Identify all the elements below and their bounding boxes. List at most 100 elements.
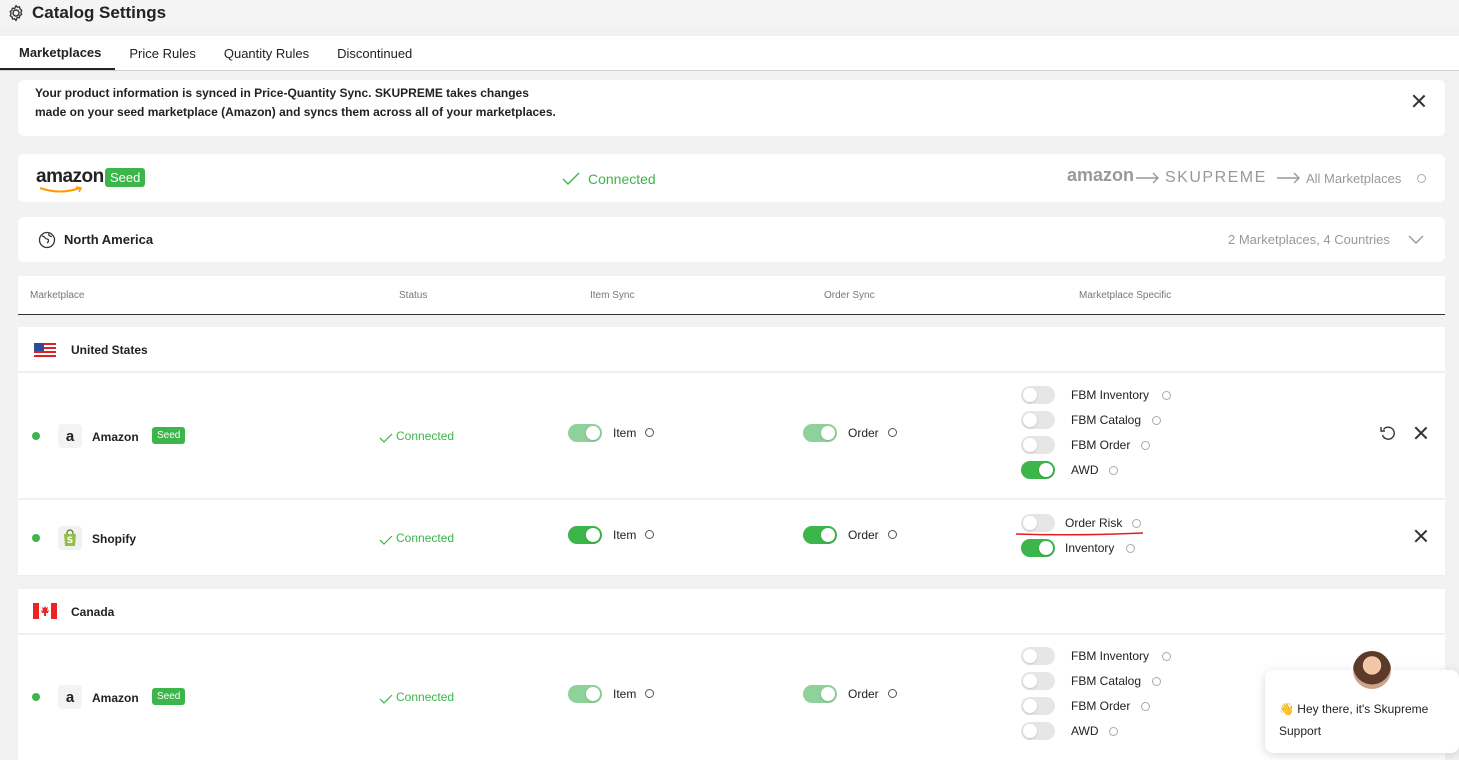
tab-discontinued[interactable]: Discontinued (323, 36, 426, 70)
table-header: Marketplace Status Item Sync Order Sync … (18, 276, 1445, 315)
fbm-catalog-toggle[interactable] (1021, 672, 1055, 690)
fbm-order-toggle[interactable] (1021, 436, 1055, 454)
column-header-order-sync: Order Sync (824, 290, 875, 301)
info-icon[interactable] (645, 428, 654, 437)
seed-badge: Seed (105, 168, 146, 187)
remove-marketplace-icon[interactable] (1414, 529, 1428, 543)
specific-label: AWD (1071, 463, 1099, 477)
seed-badge: Seed (152, 688, 186, 705)
order-sync-label: Order (848, 426, 879, 440)
info-icon[interactable] (888, 530, 897, 539)
info-icon[interactable] (1126, 544, 1135, 553)
flow-amazon-logo: amazon (1067, 165, 1135, 185)
specific-label: FBM Order (1071, 438, 1131, 452)
red-underline-annotation (1015, 532, 1144, 536)
table-row: a Amazon Seed Connected Item Order FBM I… (18, 635, 1445, 760)
seed-marketplace-card: amazon Seed Connected amazon SKUPREME Al… (18, 154, 1445, 202)
globe-icon (38, 231, 56, 249)
seed-status: Connected (588, 171, 656, 187)
marketplace-name: Amazon (92, 691, 139, 705)
info-icon[interactable] (1162, 652, 1171, 661)
info-icon[interactable] (1132, 519, 1141, 528)
close-icon[interactable] (1412, 94, 1426, 108)
item-sync-label: Item (613, 528, 637, 542)
fbm-catalog-toggle[interactable] (1021, 411, 1055, 429)
info-text-line-2: made on your seed marketplace (Amazon) a… (35, 105, 556, 119)
seed-badge: Seed (152, 427, 186, 444)
marketplace-table: Marketplace Status Item Sync Order Sync … (18, 276, 1445, 760)
specific-label: FBM Catalog (1071, 674, 1142, 688)
info-icon[interactable] (888, 689, 897, 698)
svg-text:S: S (67, 536, 73, 546)
item-sync-label: Item (613, 687, 637, 701)
table-row: S Shopify Connected Item Order Order Ris… (18, 500, 1445, 576)
status-dot (32, 534, 40, 542)
info-icon[interactable] (645, 689, 654, 698)
avatar[interactable] (1351, 649, 1393, 691)
specific-label: Inventory (1065, 541, 1115, 555)
row-status: Connected (396, 690, 455, 704)
order-risk-toggle[interactable] (1021, 514, 1055, 532)
info-icon[interactable] (1109, 466, 1118, 475)
amazon-smile-icon (39, 186, 83, 193)
status-dot (32, 693, 40, 701)
fbm-inventory-toggle[interactable] (1021, 647, 1055, 665)
row-status: Connected (396, 429, 455, 443)
row-status: Connected (396, 531, 455, 545)
info-icon[interactable] (888, 428, 897, 437)
specific-label: FBM Inventory (1071, 649, 1150, 663)
tab-quantity-rules[interactable]: Quantity Rules (210, 36, 323, 70)
specific-label: FBM Order (1071, 699, 1131, 713)
info-icon[interactable] (645, 530, 654, 539)
item-sync-toggle[interactable] (568, 526, 602, 544)
order-sync-toggle[interactable] (803, 424, 837, 442)
info-icon[interactable] (1417, 174, 1426, 183)
info-icon[interactable] (1141, 702, 1150, 711)
region-north-america[interactable]: North America 2 Marketplaces, 4 Countrie… (18, 217, 1445, 262)
info-icon[interactable] (1109, 727, 1118, 736)
marketplace-name: Amazon (92, 430, 139, 444)
info-icon[interactable] (1141, 441, 1150, 450)
amazon-icon: a (58, 424, 82, 448)
check-icon (379, 433, 393, 443)
tab-bar: Marketplaces Price Rules Quantity Rules … (0, 36, 1459, 71)
fbm-order-toggle[interactable] (1021, 697, 1055, 715)
inventory-toggle[interactable] (1021, 539, 1055, 557)
check-icon (379, 535, 393, 545)
flow-skupreme-logo: SKUPREME (1165, 169, 1267, 186)
column-header-status: Status (399, 290, 428, 301)
tab-price-rules[interactable]: Price Rules (115, 36, 209, 70)
item-sync-toggle[interactable] (568, 424, 602, 442)
order-sync-label: Order (848, 528, 879, 542)
shopping-bag-icon: S (64, 529, 76, 546)
remove-marketplace-icon[interactable] (1414, 426, 1428, 440)
chevron-down-icon[interactable] (1408, 235, 1424, 245)
order-sync-label: Order (848, 687, 879, 701)
info-icon[interactable] (1152, 677, 1161, 686)
fbm-inventory-toggle[interactable] (1021, 386, 1055, 404)
awd-toggle[interactable] (1021, 722, 1055, 740)
country-canada: Canada (18, 589, 1445, 634)
specific-label: FBM Inventory (1071, 388, 1150, 402)
info-icon[interactable] (1152, 416, 1161, 425)
awd-toggle[interactable] (1021, 461, 1055, 479)
marketplace-name: Shopify (92, 532, 136, 546)
undo-icon[interactable] (1380, 425, 1396, 441)
region-name: North America (64, 232, 154, 247)
region-summary: 2 Marketplaces, 4 Countries (1228, 232, 1390, 247)
check-icon (562, 172, 580, 185)
order-sync-toggle[interactable] (803, 685, 837, 703)
info-icon[interactable] (1162, 391, 1171, 400)
tab-marketplaces[interactable]: Marketplaces (0, 36, 116, 70)
info-banner: Your product information is synced in Pr… (18, 80, 1445, 136)
country-name: United States (71, 343, 148, 357)
specific-label: AWD (1071, 724, 1099, 738)
wave-emoji-icon: 👋 (1279, 702, 1294, 716)
arrow-right-icon (1277, 172, 1300, 184)
check-icon (379, 694, 393, 704)
country-united-states: United States (18, 327, 1445, 372)
column-header-marketplace: Marketplace (30, 290, 85, 301)
order-sync-toggle[interactable] (803, 526, 837, 544)
item-sync-toggle[interactable] (568, 685, 602, 703)
specific-label: FBM Catalog (1071, 413, 1142, 427)
